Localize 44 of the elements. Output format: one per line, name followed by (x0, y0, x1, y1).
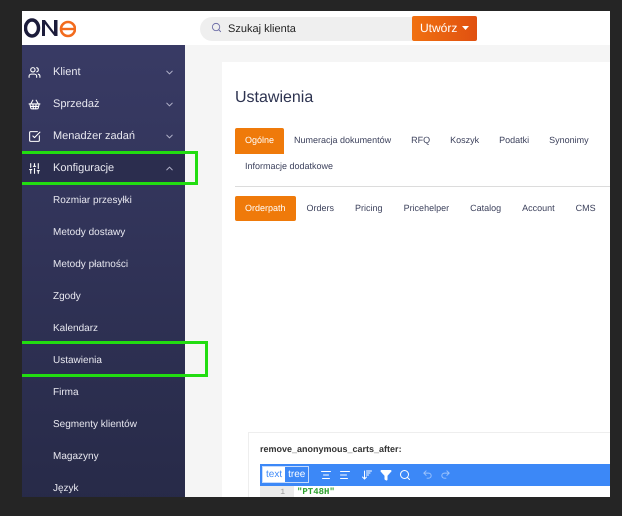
tab[interactable]: Numeracja dokumentów (284, 128, 402, 154)
subtab[interactable]: Pricehelper (394, 196, 460, 221)
logo-mark-icon (24, 17, 76, 39)
sidebar-subitem[interactable]: Firma (22, 376, 185, 408)
tab[interactable]: Synonimy (539, 128, 599, 154)
users-icon (28, 66, 41, 78)
sidebar-subitem[interactable]: Metody dostawy (22, 216, 185, 248)
undo-icon[interactable] (422, 469, 434, 480)
sidebar-subitem[interactable]: Zgody (22, 280, 185, 312)
line-number: 1 (260, 486, 294, 497)
sidebar-item[interactable]: Menadżer zadań (22, 120, 185, 152)
sidebar-subitem[interactable]: Kalendarz (22, 312, 185, 344)
search-field[interactable]: Szukaj klienta (200, 17, 412, 41)
search-icon (211, 22, 222, 33)
filter-icon[interactable] (380, 468, 392, 480)
subtab[interactable]: Account (512, 196, 565, 221)
compact-icon[interactable] (339, 468, 352, 480)
sliders-icon (28, 162, 41, 174)
subtab[interactable]: Pricing (345, 196, 393, 221)
tab[interactable]: Informacje dodatkowe (235, 154, 344, 180)
sidebar-subitem[interactable]: Segmenty klientów (22, 408, 185, 440)
sidebar-subitem[interactable]: Metody płatności (22, 248, 185, 280)
subtab[interactable]: Catalog (460, 196, 512, 221)
sidebar-subitem[interactable]: Rozmiar przesyłki (22, 184, 185, 216)
format-icon[interactable] (320, 468, 332, 480)
subtab[interactable]: CMS (566, 196, 606, 221)
checkbox-icon (28, 130, 41, 142)
basket-icon (28, 98, 41, 110)
redo-icon[interactable] (440, 469, 452, 480)
sidebar-item[interactable]: Klient (22, 56, 185, 88)
tab[interactable]: RFQ (401, 128, 440, 154)
tab[interactable]: Podatki (489, 128, 540, 154)
code-line: "PT48H" (297, 486, 335, 497)
field-label: remove_anonymous_carts_after: (260, 443, 403, 456)
search-icon[interactable] (399, 468, 412, 480)
caret-icon (462, 26, 470, 30)
sidebar-item[interactable]: Sprzedaż (22, 88, 185, 120)
page-title: Ustawienia (235, 88, 314, 108)
tab[interactable]: Koszyk (440, 128, 490, 154)
sidebar-subitem[interactable]: Język (22, 472, 185, 497)
sidebar-subitem[interactable]: Ustawienia (22, 344, 185, 376)
sidebar-subitem[interactable]: Magazyny (22, 440, 185, 472)
sort-icon[interactable] (361, 468, 374, 480)
subtab[interactable]: Orders (296, 196, 344, 221)
